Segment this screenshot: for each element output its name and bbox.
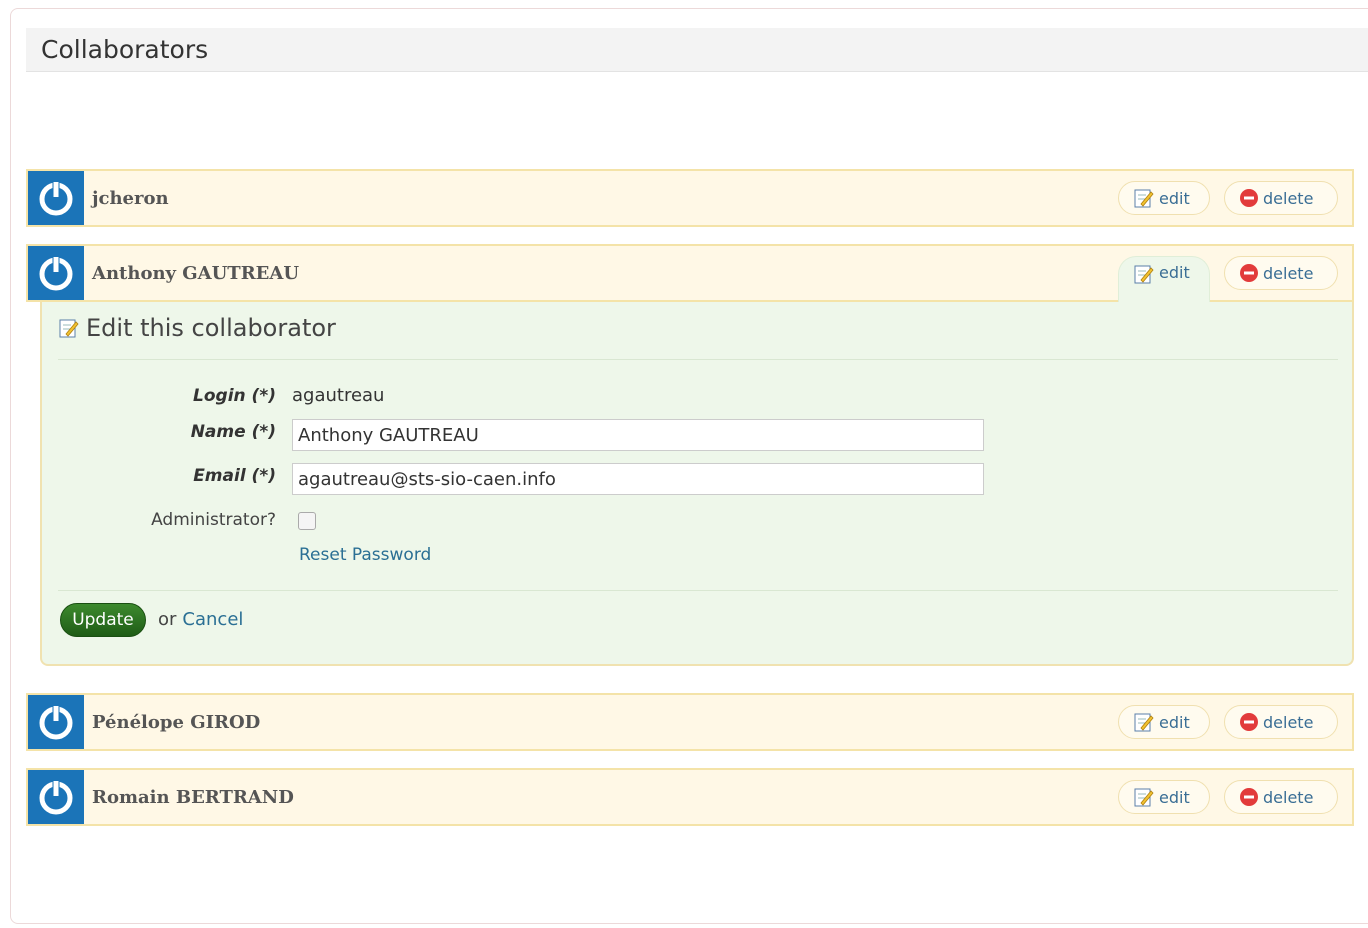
collaborator-row: Romain BERTRAND edit delete xyxy=(26,768,1354,826)
update-button[interactable]: Update xyxy=(60,603,146,637)
name-field[interactable] xyxy=(292,419,984,451)
edit-button[interactable]: edit xyxy=(1118,705,1210,739)
power-icon xyxy=(28,171,84,225)
delete-label: delete xyxy=(1263,787,1314,807)
administrator-checkbox[interactable] xyxy=(298,512,316,530)
edit-icon xyxy=(59,319,79,338)
collaborator-name: Romain BERTRAND xyxy=(92,787,294,808)
power-icon xyxy=(28,695,84,749)
edit-icon xyxy=(1134,713,1154,732)
divider xyxy=(58,590,1338,591)
collaborator-name: Pénélope GIROD xyxy=(92,712,261,733)
panel-title-text: Edit this collaborator xyxy=(86,314,336,342)
administrator-label: Administrator? xyxy=(151,510,276,530)
edit-label: edit xyxy=(1159,712,1190,732)
email-label: Email (*) xyxy=(193,466,276,486)
edit-icon xyxy=(1134,189,1154,208)
edit-label: edit xyxy=(1159,188,1190,208)
divider xyxy=(58,359,1338,360)
collaborator-row: jcheron edit delete xyxy=(26,169,1354,227)
reset-password-link[interactable]: Reset Password xyxy=(299,545,431,565)
delete-label: delete xyxy=(1263,263,1314,283)
edit-button[interactable]: edit xyxy=(1118,780,1210,814)
edit-collaborator-panel: Edit this collaborator Login (*) agautre… xyxy=(40,302,1354,666)
delete-icon xyxy=(1240,189,1258,207)
power-icon xyxy=(28,770,84,824)
collaborator-name: Anthony GAUTREAU xyxy=(92,263,300,284)
login-label: Login (*) xyxy=(193,386,276,406)
panel-title: Edit this collaborator xyxy=(58,314,336,342)
email-field[interactable] xyxy=(292,463,984,495)
page-title: Collaborators xyxy=(41,35,209,64)
delete-icon xyxy=(1240,713,1258,731)
delete-label: delete xyxy=(1263,188,1314,208)
delete-button[interactable]: delete xyxy=(1224,256,1338,290)
delete-button[interactable]: delete xyxy=(1224,705,1338,739)
cancel-link[interactable]: Cancel xyxy=(182,609,243,630)
power-icon xyxy=(28,246,84,300)
delete-icon xyxy=(1240,264,1258,282)
delete-button[interactable]: delete xyxy=(1224,181,1338,215)
edit-icon xyxy=(1134,788,1154,807)
page-header: Collaborators xyxy=(26,28,1368,72)
delete-label: delete xyxy=(1263,712,1314,732)
collaborator-name: jcheron xyxy=(92,188,169,209)
delete-icon xyxy=(1240,788,1258,806)
collaborator-row: Anthony GAUTREAU edit delete xyxy=(26,244,1354,306)
or-cancel: or Cancel xyxy=(158,609,243,630)
edit-icon xyxy=(1134,265,1154,284)
or-text: or xyxy=(158,609,177,630)
collaborator-row: Pénélope GIROD edit delete xyxy=(26,693,1354,751)
edit-button[interactable]: edit xyxy=(1118,181,1210,215)
login-value: agautreau xyxy=(292,385,385,406)
edit-button[interactable]: edit xyxy=(1118,256,1210,306)
name-label: Name (*) xyxy=(190,422,276,442)
edit-label: edit xyxy=(1159,787,1190,807)
edit-label: edit xyxy=(1159,263,1190,282)
delete-button[interactable]: delete xyxy=(1224,780,1338,814)
